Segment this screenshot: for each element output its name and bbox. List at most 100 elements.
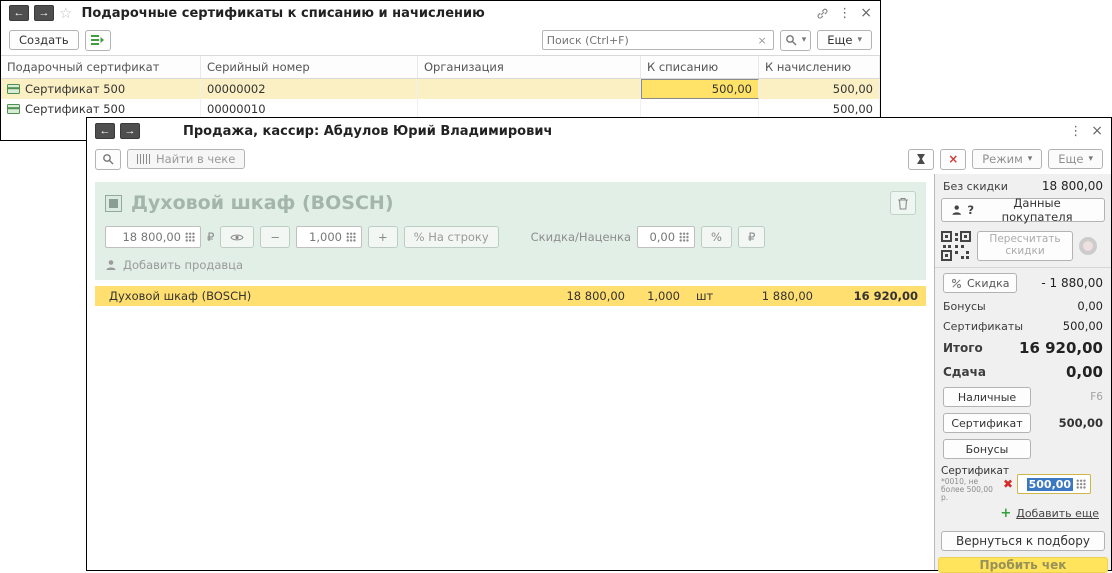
numpad-icon[interactable] <box>345 232 356 242</box>
discount-per-line-button[interactable]: % На строку <box>403 226 499 248</box>
more-button[interactable]: Еще ▾ <box>1048 149 1103 169</box>
column-header[interactable]: К начислению <box>759 56 880 78</box>
line-qty: 1,000 <box>647 289 680 303</box>
cancel-receipt-button[interactable]: × <box>940 148 967 170</box>
more-button[interactable]: Еще ▾ <box>817 30 872 50</box>
cash-payment-button[interactable]: Наличные <box>943 387 1031 407</box>
red-x-icon: × <box>948 152 959 166</box>
product-image-placeholder-icon <box>105 194 122 212</box>
gift-certificate-icon <box>7 84 20 94</box>
bonuses-payment-button[interactable]: Бонусы <box>943 439 1031 459</box>
back-button[interactable]: ← <box>95 123 115 139</box>
back-to-selection-button[interactable]: Вернуться к подбору <box>941 531 1105 552</box>
close-icon[interactable]: × <box>860 5 872 21</box>
line-discount: 1 880,00 <box>761 289 813 303</box>
add-more-link[interactable]: Добавить еще <box>1016 507 1099 520</box>
quantity-input[interactable] <box>301 230 342 244</box>
remove-certificate-icon[interactable]: ✖ <box>1003 477 1013 491</box>
view-button[interactable] <box>220 226 255 248</box>
get-link-icon[interactable] <box>816 7 829 20</box>
accrual-cell: 500,00 <box>759 99 880 119</box>
chevron-down-icon: ▾ <box>1027 154 1033 164</box>
search-options-button[interactable]: ▾ <box>779 29 812 51</box>
organization <box>418 79 641 99</box>
bonuses-label: Бонусы <box>943 299 986 313</box>
discount-field-group <box>637 226 696 248</box>
totals-sidebar: Без скидки 18 800,00 ? Данные покупателя <box>935 174 1111 573</box>
certificates-toolbar: Создать × ▾ Еще ▾ <box>1 25 880 55</box>
postpone-receipt-button[interactable] <box>908 148 935 170</box>
line-editor-panel: Духовой шкаф (BOSCH) ₽ − <box>95 182 926 280</box>
chevron-down-icon: ▾ <box>857 35 862 45</box>
bonuses-value: 0,00 <box>1077 299 1103 313</box>
refresh-list-button[interactable] <box>84 29 111 51</box>
line-total: 16 920,00 <box>853 289 918 303</box>
discount-input[interactable] <box>643 230 676 244</box>
search-button[interactable] <box>95 148 121 170</box>
discount-ruble-button[interactable]: ₽ <box>737 226 766 248</box>
window-title: Подарочные сертификаты к списанию и начи… <box>81 5 485 21</box>
certificate-amount-field[interactable]: 500,00 <box>1017 474 1092 495</box>
change-label: Сдача <box>943 365 986 379</box>
product-name: Духовой шкаф (BOSCH) <box>131 192 394 214</box>
more-menu-icon[interactable]: ⋮ <box>838 6 851 21</box>
numpad-icon[interactable] <box>1076 479 1087 490</box>
percent-icon <box>952 278 961 288</box>
chevron-down-icon: ▾ <box>801 35 807 45</box>
certificates-titlebar: ← → ☆ Подарочные сертификаты к списанию … <box>1 1 880 25</box>
cash-hotkey: F6 <box>1090 391 1103 403</box>
price-input[interactable] <box>111 230 181 244</box>
certificate-payment-button[interactable]: Сертификат <box>943 413 1031 433</box>
accrual-cell: 500,00 <box>759 79 880 99</box>
search-icon <box>103 154 114 165</box>
numpad-icon[interactable] <box>185 232 195 242</box>
no-discount-label: Без скидки <box>943 179 1008 193</box>
add-more-row: + Добавить еще <box>935 504 1111 527</box>
trash-icon <box>898 197 908 210</box>
price-field-group <box>105 226 201 248</box>
search-clear-icon[interactable]: × <box>756 34 769 47</box>
qty-minus-button[interactable]: − <box>260 226 290 248</box>
more-menu-icon[interactable]: ⋮ <box>1069 124 1082 139</box>
gift-certificate-icon <box>7 104 20 114</box>
mode-button-label: Режим <box>982 152 1023 166</box>
create-button[interactable]: Создать <box>9 30 79 50</box>
find-in-receipt-button[interactable]: Найти в чеке <box>127 149 246 169</box>
certificate-amount-value: 500,00 <box>1026 477 1074 491</box>
window-title: Продажа, кассир: Абдулов Юрий Владимиров… <box>183 123 553 139</box>
add-seller-label: Добавить продавца <box>123 258 244 272</box>
column-header[interactable]: Подарочный сертификат <box>1 56 201 78</box>
line-unit: шт <box>696 289 714 303</box>
close-icon[interactable]: × <box>1091 123 1103 139</box>
delete-line-button[interactable] <box>890 191 916 215</box>
qr-code-icon[interactable] <box>941 231 971 261</box>
line-price: 18 800,00 <box>566 289 625 303</box>
qty-plus-button[interactable]: + <box>367 226 398 248</box>
table-row[interactable]: Сертификат 500 00000002 500,00 500,00 <box>1 79 880 99</box>
receipt-line[interactable]: Духовой шкаф (BOSCH) 18 800,00 1,000 шт … <box>95 286 926 306</box>
back-button[interactable]: ← <box>9 5 29 21</box>
question-icon: ? <box>967 203 975 217</box>
add-seller-link[interactable]: Добавить продавца <box>105 258 243 272</box>
writeoff-cell-active[interactable]: 500,00 <box>641 79 759 99</box>
column-header[interactable]: Серийный номер <box>201 56 418 78</box>
column-header[interactable]: Организация <box>418 56 641 78</box>
certificate-name: Сертификат 500 <box>25 102 126 116</box>
discount-indicator-button[interactable] <box>1079 237 1097 255</box>
more-button-label: Еще <box>1058 152 1084 166</box>
numpad-icon[interactable] <box>679 232 690 242</box>
favorite-star-icon[interactable]: ☆ <box>59 5 72 21</box>
person-icon <box>952 205 961 215</box>
certificate-name: Сертификат 500 <box>25 82 126 96</box>
column-header[interactable]: К списанию <box>641 56 759 78</box>
recalculate-discounts-button[interactable]: Пересчитать скидки <box>977 231 1073 261</box>
search-input[interactable] <box>546 33 756 47</box>
customer-data-button[interactable]: ? Данные покупателя <box>941 196 1105 224</box>
discount-percent-button[interactable]: % <box>701 226 732 248</box>
table-row[interactable]: Сертификат 500 00000010 500,00 <box>1 99 880 119</box>
forward-button[interactable]: → <box>120 123 140 139</box>
discount-button[interactable]: Скидка <box>943 273 1018 293</box>
organization <box>418 99 641 119</box>
forward-button[interactable]: → <box>34 5 54 21</box>
mode-button[interactable]: Режим ▾ <box>972 149 1043 169</box>
